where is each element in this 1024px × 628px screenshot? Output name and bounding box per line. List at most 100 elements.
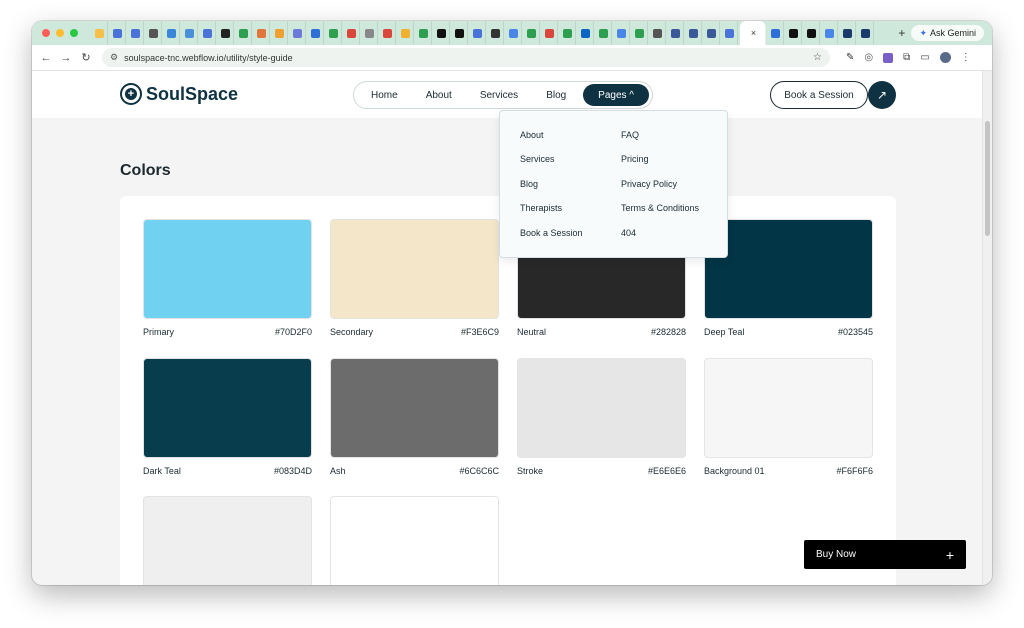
- browser-tab[interactable]: [272, 21, 288, 45]
- nav-pages[interactable]: Pages ^: [583, 84, 649, 106]
- tab-favicon-icon: [689, 28, 698, 38]
- extension-v-icon[interactable]: [883, 52, 894, 63]
- browser-tab[interactable]: [380, 21, 396, 45]
- dropdown-item-terms[interactable]: Terms & Conditions: [621, 203, 699, 213]
- back-icon[interactable]: ←: [36, 52, 56, 64]
- browser-tab[interactable]: [578, 21, 594, 45]
- browser-tab-active[interactable]: ×: [740, 21, 766, 45]
- browser-toolbar: ← → ↻ ⚙ soulspace-tnc.webflow.io/utility…: [32, 45, 992, 71]
- browser-tab[interactable]: [560, 21, 576, 45]
- browser-tab[interactable]: [768, 21, 784, 45]
- browser-tab[interactable]: [786, 21, 802, 45]
- browser-tab[interactable]: [614, 21, 630, 45]
- arrow-up-right-icon[interactable]: ↗: [868, 81, 896, 109]
- forward-icon[interactable]: →: [56, 52, 76, 64]
- reload-icon[interactable]: ↻: [76, 51, 96, 64]
- browser-tab[interactable]: [686, 21, 702, 45]
- extension-icons: ✎ ◎ ⧉ ▭ ⋮: [846, 52, 971, 63]
- browser-tab[interactable]: [822, 21, 838, 45]
- tab-favicon-icon: [545, 28, 554, 38]
- bookmark-star-icon[interactable]: ☆: [813, 52, 822, 63]
- browser-tab[interactable]: [506, 21, 522, 45]
- browser-tab[interactable]: [542, 21, 558, 45]
- scrollbar-thumb[interactable]: [985, 121, 990, 236]
- browser-tab[interactable]: [164, 21, 180, 45]
- maximize-window-icon[interactable]: [70, 29, 78, 37]
- dropdown-item-pricing[interactable]: Pricing: [621, 154, 649, 164]
- browser-tab[interactable]: [524, 21, 540, 45]
- color-swatch: [704, 219, 873, 319]
- browser-tab[interactable]: [290, 21, 306, 45]
- window-controls: [32, 29, 92, 37]
- browser-tab[interactable]: [308, 21, 324, 45]
- dropdown-item-privacy-policy[interactable]: Privacy Policy: [621, 179, 677, 189]
- browser-tab[interactable]: [840, 21, 856, 45]
- site-info-icon[interactable]: ⚙: [110, 52, 118, 63]
- browser-tab[interactable]: [858, 21, 874, 45]
- dropdown-item-404[interactable]: 404: [621, 228, 636, 238]
- browser-tab[interactable]: [110, 21, 126, 45]
- browser-tab[interactable]: [92, 21, 108, 45]
- minimize-window-icon[interactable]: [56, 29, 64, 37]
- dropdown-item-blog[interactable]: Blog: [520, 179, 538, 189]
- browser-tab[interactable]: [668, 21, 684, 45]
- browser-tab[interactable]: [326, 21, 342, 45]
- swatch-name: Background 01: [704, 466, 765, 476]
- browser-tab[interactable]: [344, 21, 360, 45]
- browser-tab[interactable]: [722, 21, 738, 45]
- pinned-tabs: ×: [92, 21, 892, 45]
- main-nav: Home About Services Blog Pages ^: [353, 81, 653, 109]
- dropdown-item-about[interactable]: About: [520, 130, 544, 140]
- dropdown-item-services[interactable]: Services: [520, 154, 555, 164]
- page-scrollbar[interactable]: [982, 71, 992, 585]
- browser-tab[interactable]: [236, 21, 252, 45]
- side-panel-icon[interactable]: ▭: [920, 52, 929, 63]
- puzzle-extensions-icon[interactable]: ⧉: [903, 52, 910, 63]
- nav-about[interactable]: About: [412, 90, 466, 101]
- ask-gemini-button[interactable]: ✦ Ask Gemini: [911, 25, 984, 41]
- profile-avatar[interactable]: [939, 52, 951, 63]
- browser-menu-icon[interactable]: ⋮: [961, 52, 971, 63]
- swatch-name: Ash: [330, 466, 346, 476]
- browser-tab[interactable]: [128, 21, 144, 45]
- browser-tab[interactable]: [362, 21, 378, 45]
- browser-tab[interactable]: [470, 21, 486, 45]
- browser-tab[interactable]: [218, 21, 234, 45]
- browser-tab[interactable]: [182, 21, 198, 45]
- url-text[interactable]: soulspace-tnc.webflow.io/utility/style-g…: [124, 53, 293, 63]
- tab-favicon-icon: [491, 28, 500, 38]
- new-tab-button[interactable]: +: [892, 26, 911, 40]
- browser-tab[interactable]: [650, 21, 666, 45]
- browser-tab[interactable]: [398, 21, 414, 45]
- browser-tab[interactable]: [596, 21, 612, 45]
- browser-tab[interactable]: [416, 21, 432, 45]
- dropdown-item-book-session[interactable]: Book a Session: [520, 228, 583, 238]
- tab-favicon-icon: [861, 28, 870, 38]
- browser-tab[interactable]: [704, 21, 720, 45]
- brand-logo[interactable]: + SoulSpace: [120, 83, 238, 105]
- browser-tab[interactable]: [434, 21, 450, 45]
- dropdown-item-therapists[interactable]: Therapists: [520, 203, 562, 213]
- close-window-icon[interactable]: [42, 29, 50, 37]
- tab-favicon-icon: [419, 28, 428, 38]
- browser-tab[interactable]: [452, 21, 468, 45]
- nav-services[interactable]: Services: [466, 90, 532, 101]
- dropdown-item-faq[interactable]: FAQ: [621, 130, 639, 140]
- tab-favicon-icon: [789, 28, 798, 38]
- browser-tab[interactable]: [254, 21, 270, 45]
- browser-tab[interactable]: [488, 21, 504, 45]
- browser-tab[interactable]: [146, 21, 162, 45]
- tab-close-icon[interactable]: ×: [751, 28, 756, 38]
- nav-blog[interactable]: Blog: [532, 90, 580, 101]
- address-bar[interactable]: ⚙ soulspace-tnc.webflow.io/utility/style…: [102, 48, 830, 67]
- browser-tab[interactable]: [632, 21, 648, 45]
- tab-favicon-icon: [563, 28, 572, 38]
- browser-tab[interactable]: [804, 21, 820, 45]
- browser-tab[interactable]: [200, 21, 216, 45]
- nav-home[interactable]: Home: [357, 90, 412, 101]
- eyedropper-extension-icon[interactable]: ✎: [846, 52, 854, 63]
- book-session-button[interactable]: Book a Session: [770, 81, 868, 109]
- buy-now-button[interactable]: Buy Now +: [804, 540, 966, 569]
- extension-icon[interactable]: ◎: [864, 52, 873, 63]
- swatch-hex-code: #083D4D: [273, 466, 312, 476]
